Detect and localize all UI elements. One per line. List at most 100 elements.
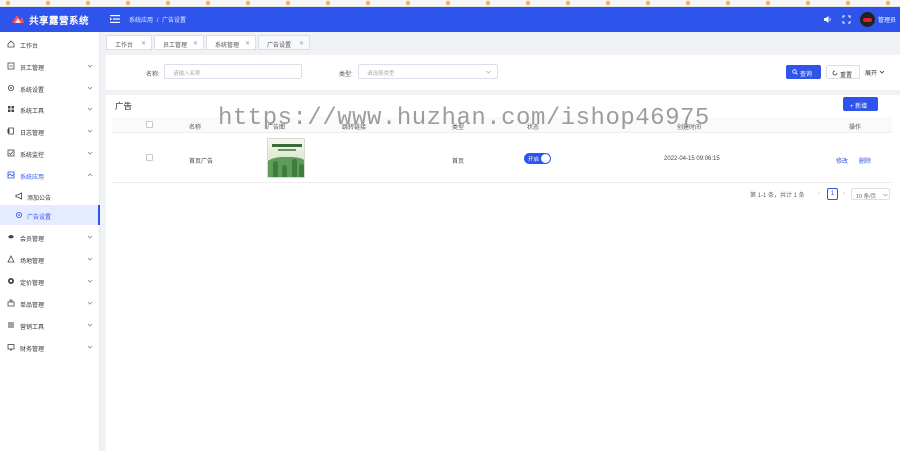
chevron-down-icon xyxy=(87,86,93,90)
app-title: 共享露营系统 xyxy=(29,16,90,27)
tab-staff[interactable]: 员工管理 ✕ xyxy=(154,35,204,50)
sidebar-item-venues[interactable]: 场地管理 xyxy=(0,249,100,269)
chevron-down-icon xyxy=(87,301,93,305)
sidebar-item-label: 财务管理 xyxy=(20,347,45,353)
gear-icon xyxy=(8,85,14,91)
chevron-down-icon xyxy=(87,107,93,111)
ad-settings-icon xyxy=(16,212,22,218)
status-toggle[interactable]: 开启 xyxy=(524,153,551,164)
column-header: 名称 xyxy=(189,125,202,131)
staff-icon xyxy=(7,62,15,70)
sidebar-item-settings[interactable]: 系统设置 xyxy=(0,78,100,98)
sidebar-item-members[interactable]: 会员管理 xyxy=(0,227,100,247)
select-all-checkbox[interactable] xyxy=(146,121,153,128)
row-checkbox[interactable] xyxy=(146,154,153,161)
sidebar-item-staff[interactable]: 员工管理 xyxy=(0,56,100,76)
sidebar-item-label: 系统监控 xyxy=(20,153,45,159)
tab-dashboard[interactable]: 工作台 ✕ xyxy=(106,35,152,50)
sidebar-item-label: 系统设置 xyxy=(20,88,45,94)
close-icon[interactable]: ✕ xyxy=(193,40,198,47)
close-icon[interactable]: ✕ xyxy=(245,40,250,47)
chevron-up-icon xyxy=(87,173,93,177)
chevron-down-icon xyxy=(883,193,888,196)
type-select[interactable]: 请选择类型 xyxy=(358,64,498,79)
column-header: 操作 xyxy=(849,125,862,131)
sidebar-item-finance[interactable]: 财务管理 xyxy=(0,337,100,357)
ad-name: 首页广告 xyxy=(189,159,214,165)
name-input[interactable]: 请输入名称 xyxy=(164,64,302,79)
prev-page-icon[interactable]: ‹ xyxy=(818,191,820,197)
sidebar-item-label: 单品管理 xyxy=(20,303,45,309)
expand-toggle[interactable]: 展开 xyxy=(865,68,885,77)
reload-icon xyxy=(832,70,838,75)
volume-icon[interactable] xyxy=(823,15,832,24)
sidebar-item-apps[interactable]: 系统应用 xyxy=(0,165,100,185)
chevron-down-icon xyxy=(87,279,93,283)
search-icon xyxy=(792,69,798,75)
top-header: 共享露营系统 系统应用 / 广告设置 管理员 xyxy=(0,7,900,32)
sidebar-item-label: 系统应用 xyxy=(20,175,45,181)
close-icon[interactable]: ✕ xyxy=(141,40,146,47)
chevron-down-icon xyxy=(87,64,93,68)
breadcrumb: 系统应用 / 广告设置 xyxy=(129,15,188,24)
type-placeholder: 请选择类型 xyxy=(367,71,395,77)
query-button[interactable]: 查询 xyxy=(786,65,821,79)
page-number[interactable]: 1 xyxy=(827,188,838,200)
chevron-down-icon xyxy=(87,323,93,327)
tab-ad-settings[interactable]: 广告设置 ✕ xyxy=(258,35,310,50)
venue-icon xyxy=(7,255,15,263)
pagination-total: 第 1-1 条，共计 1 条 xyxy=(750,193,805,199)
sidebar-item-label: 定价管理 xyxy=(20,281,45,287)
marketing-icon xyxy=(8,322,14,328)
type-label: 类型: xyxy=(339,72,353,78)
page-title: 广告 xyxy=(115,101,133,111)
pricing-icon xyxy=(8,278,14,284)
sidebar-item-label: 添加公告 xyxy=(27,196,52,202)
created-time: 2022-04-15 09:06:15 xyxy=(664,156,720,162)
sidebar-item-label: 工作台 xyxy=(20,44,39,50)
edit-link[interactable]: 修改 xyxy=(836,156,848,165)
delete-link[interactable]: 删除 xyxy=(859,156,871,165)
fullscreen-icon[interactable] xyxy=(842,15,851,24)
sidebar: 工作台 员工管理 系统设置 系统工具 日志管理 系统监控 系统应用 添加公告 广… xyxy=(0,32,100,451)
username[interactable]: 管理员 xyxy=(878,15,896,24)
chevron-down-icon xyxy=(87,345,93,349)
add-button[interactable]: + 新增 xyxy=(843,97,878,111)
breadcrumb-item[interactable]: 系统应用 xyxy=(129,18,153,24)
watermark: https://www.huzhan.com/ishop46975 xyxy=(218,105,710,132)
sidebar-item-ad-settings[interactable]: 广告设置 xyxy=(0,205,100,225)
sidebar-item-dashboard[interactable]: 工作台 xyxy=(0,34,100,54)
reset-button[interactable]: 重置 xyxy=(826,65,860,79)
menu-fold-icon[interactable] xyxy=(110,14,120,24)
table-row: 首页广告 首页 开启 2022-04-15 09:06:15 修改 删除 xyxy=(112,133,892,183)
name-placeholder: 请输入名称 xyxy=(173,71,201,77)
monitor-icon xyxy=(7,149,15,157)
sidebar-item-marketing[interactable]: 营销工具 xyxy=(0,315,100,335)
sidebar-item-label: 营销工具 xyxy=(20,325,45,331)
sidebar-item-monitor[interactable]: 系统监控 xyxy=(0,143,100,163)
logo-icon xyxy=(12,15,24,23)
sidebar-item-pricing[interactable]: 定价管理 xyxy=(0,271,100,291)
page-size-select[interactable]: 10 条/页 xyxy=(851,188,890,200)
next-page-icon[interactable]: › xyxy=(843,191,845,197)
sidebar-item-logs[interactable]: 日志管理 xyxy=(0,121,100,141)
finance-icon xyxy=(7,344,15,351)
sidebar-item-tools[interactable]: 系统工具 xyxy=(0,99,100,119)
sidebar-item-add-notice[interactable]: 添加公告 xyxy=(0,186,100,206)
tab-label: 工作台 xyxy=(115,43,134,49)
chevron-down-icon xyxy=(87,151,93,155)
product-icon xyxy=(7,299,15,307)
avatar[interactable] xyxy=(860,12,875,27)
sidebar-item-label: 日志管理 xyxy=(20,131,45,137)
close-icon[interactable]: ✕ xyxy=(299,40,304,47)
log-icon xyxy=(7,127,14,135)
sidebar-item-products[interactable]: 单品管理 xyxy=(0,293,100,313)
chevron-down-icon xyxy=(87,129,93,133)
home-icon xyxy=(7,40,15,48)
sidebar-item-label: 会员管理 xyxy=(20,237,45,243)
bookmarks-bar xyxy=(0,0,900,7)
tab-system[interactable]: 系统管理 ✕ xyxy=(206,35,256,50)
sidebar-item-label: 场地管理 xyxy=(20,259,45,265)
breadcrumb-current: 广告设置 xyxy=(162,18,187,24)
status-label: 开启 xyxy=(528,157,540,163)
